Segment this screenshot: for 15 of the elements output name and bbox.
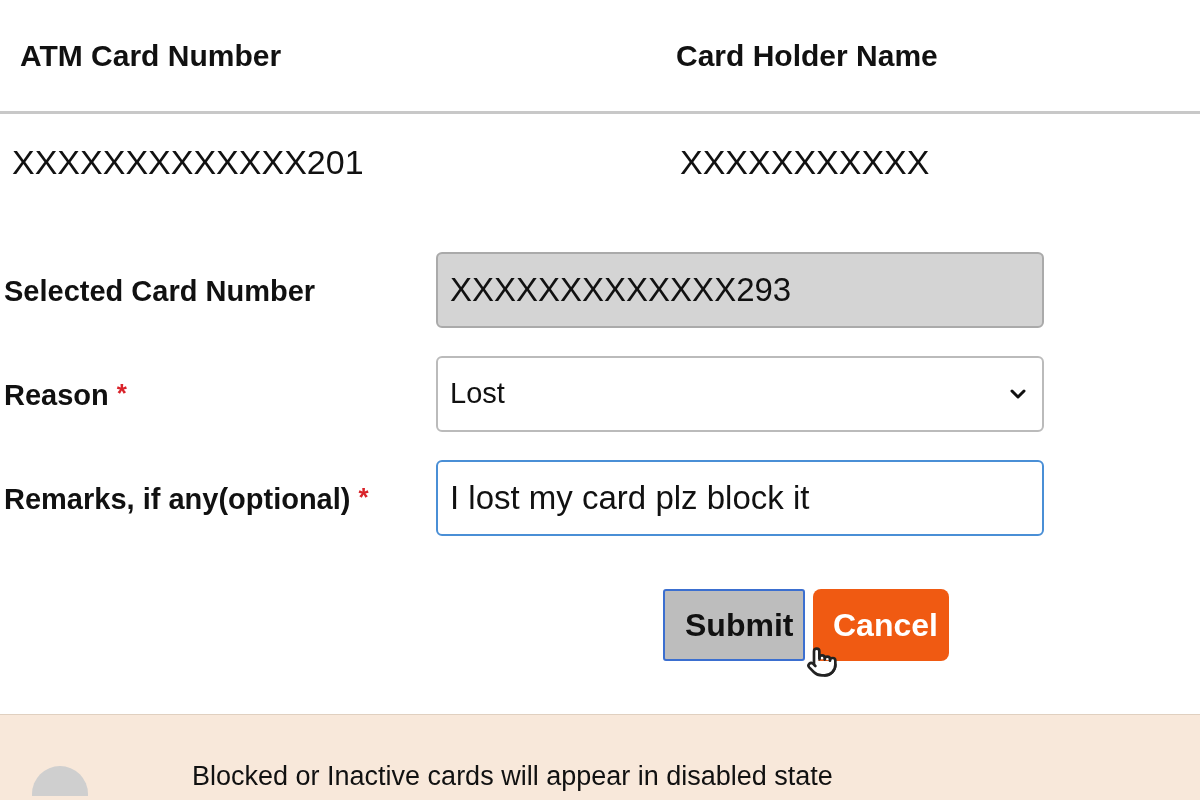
submit-button[interactable]: Submit [663,589,805,661]
required-mark: * [116,377,127,410]
table-cell-text: XXXXXXXXXXXXX201 [12,141,364,183]
reason-dropdown[interactable]: Lost [436,356,1044,432]
required-mark: * [358,481,369,514]
remarks-input[interactable]: I lost my card plz block it [436,460,1044,536]
field-label: Selected Card Number [4,274,316,309]
column-header: ATM Card Number [20,38,283,74]
column-header: Card Holder Name [675,38,939,74]
field-label: Remarks, if any(optional) [4,482,351,517]
hand-cursor-icon [806,646,838,678]
field-label: Reason [4,378,109,413]
card-number-field: XXXXXXXXXXXXX293 [436,252,1044,328]
table-cell-text: XXXXXXXXXXX [679,141,930,183]
info-note: Blocked or Inactive cards will appear in disabled state [191,759,833,793]
